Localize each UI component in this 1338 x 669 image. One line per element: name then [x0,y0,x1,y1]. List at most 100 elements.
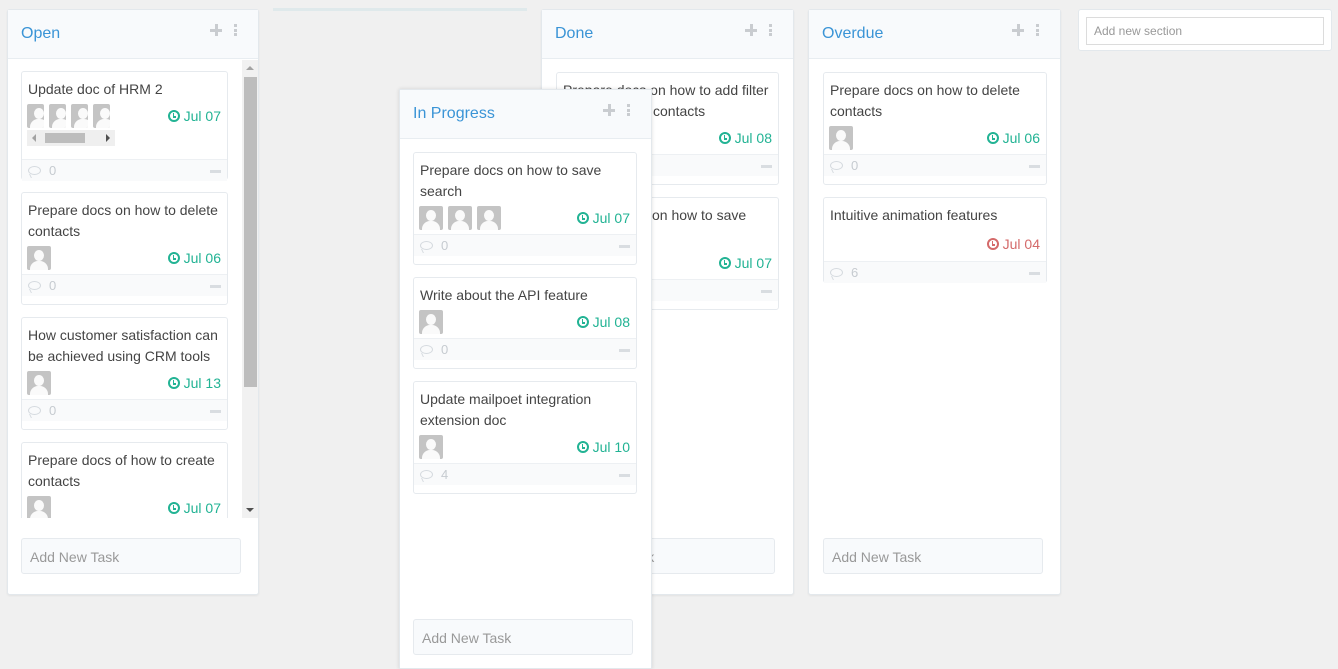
task-title[interactable]: Prepare docs on how to save search [414,153,636,202]
task-card[interactable]: How customer satisfaction can be achieve… [21,317,228,430]
task-title[interactable]: Prepare docs on how to delete contacts [22,193,227,242]
task-footer: 0 [414,234,636,256]
avatar [27,246,51,270]
collapse-icon[interactable] [619,245,630,248]
avatar [71,104,88,128]
add-new-task-input[interactable]: Add New Task [413,619,633,655]
clock-icon [167,110,180,122]
collapse-icon[interactable] [1029,272,1040,275]
add-new-task-input[interactable]: Add New Task [823,538,1043,574]
clock-icon [576,441,589,453]
scroll-thumb[interactable] [45,133,85,143]
open-task-list: Update doc of HRM 2 Jul 07 0 Prepare doc… [8,59,242,518]
comment-count: 0 [49,278,57,293]
clock-icon [167,502,180,514]
column-title: Open [21,25,61,42]
column-header[interactable]: Done [542,10,793,59]
scroll-right-icon[interactable] [106,134,110,142]
clock-icon [167,252,180,264]
task-title[interactable]: Intuitive animation features [824,198,1046,226]
add-section-input[interactable] [1086,17,1324,45]
add-task-icon[interactable] [210,24,222,36]
scroll-down-icon[interactable] [246,508,254,512]
add-new-task-input[interactable]: Add New Task [21,538,241,574]
task-footer: 0 [414,338,636,360]
collapse-icon[interactable] [761,165,772,168]
due-date: Jul 07 [576,210,630,226]
task-footer: 0 [824,154,1046,176]
comment-icon[interactable] [830,161,843,170]
comment-icon[interactable] [830,268,843,277]
task-title[interactable]: Prepare docs on how to delete contacts [824,73,1046,122]
task-footer: 4 [414,463,636,485]
comment-count: 4 [441,467,449,482]
avatar [419,435,443,459]
avatar [27,496,51,518]
comment-icon[interactable] [420,345,433,354]
comment-count: 0 [49,403,57,418]
comment-count: 6 [851,265,859,280]
due-date: Jul 13 [167,375,221,391]
more-options-icon[interactable] [234,24,238,36]
add-task-icon[interactable] [745,24,757,36]
more-options-icon[interactable] [769,24,773,36]
comment-icon[interactable] [28,166,41,175]
add-section-panel [1078,9,1332,51]
column-header[interactable]: Overdue [809,10,1060,59]
task-title[interactable]: Update mailpoet integration extension do… [414,382,636,431]
column-title: In Progress [413,105,495,122]
assignee-list [829,126,858,150]
scroll-thumb[interactable] [244,77,257,387]
task-card[interactable]: Update mailpoet integration extension do… [413,381,637,494]
collapse-icon[interactable] [619,349,630,352]
assignee-scrollbar[interactable] [27,130,115,146]
clock-icon [986,238,999,250]
task-card[interactable]: Intuitive animation features Jul 04 6 [823,197,1047,283]
add-task-icon[interactable] [603,104,615,116]
more-options-icon[interactable] [1036,24,1040,36]
comment-icon[interactable] [420,470,433,479]
collapse-icon[interactable] [761,290,772,293]
task-card[interactable]: Prepare docs on how to delete contacts J… [823,72,1047,185]
open-column-scrollbar[interactable] [242,60,258,518]
task-card[interactable]: Write about the API feature Jul 08 0 [413,277,637,369]
column-in-progress[interactable]: In Progress Prepare docs on how to save … [399,89,652,669]
avatar [419,310,443,334]
comment-icon[interactable] [28,406,41,415]
avatar [448,206,472,230]
column-header[interactable]: In Progress [400,90,651,139]
assignee-list [419,206,506,230]
avatar [93,104,110,128]
add-task-icon[interactable] [1012,24,1024,36]
avatar [49,104,66,128]
collapse-icon[interactable] [210,285,221,288]
collapse-icon[interactable] [210,170,221,173]
task-footer: 0 [22,274,227,296]
task-card[interactable]: Prepare docs on how to save search Jul 0… [413,152,637,265]
scroll-left-icon[interactable] [32,134,36,142]
comment-icon[interactable] [420,241,433,250]
task-card[interactable]: Prepare docs of how to create contacts J… [21,442,228,518]
task-card[interactable]: Update doc of HRM 2 Jul 07 0 [21,71,228,181]
clock-icon [718,257,731,269]
task-title[interactable]: Write about the API feature [414,278,636,306]
column-header[interactable]: Open [8,10,258,59]
collapse-icon[interactable] [619,474,630,477]
assignee-list [419,310,448,334]
task-title[interactable]: Update doc of HRM 2 [22,72,227,100]
more-options-icon[interactable] [627,104,631,116]
task-footer: 0 [22,399,227,421]
due-date: Jul 07 [167,500,221,516]
clock-icon [576,212,589,224]
task-title[interactable]: Prepare docs of how to create contacts [22,443,227,492]
due-date: Jul 06 [167,250,221,266]
collapse-icon[interactable] [1029,165,1040,168]
comment-count: 0 [851,158,859,173]
clock-icon [986,132,999,144]
comment-icon[interactable] [28,281,41,290]
scroll-up-icon[interactable] [246,66,254,70]
avatar [477,206,501,230]
task-title[interactable]: How customer satisfaction can be achieve… [22,318,227,367]
collapse-icon[interactable] [210,410,221,413]
task-card[interactable]: Prepare docs on how to delete contacts J… [21,192,228,305]
